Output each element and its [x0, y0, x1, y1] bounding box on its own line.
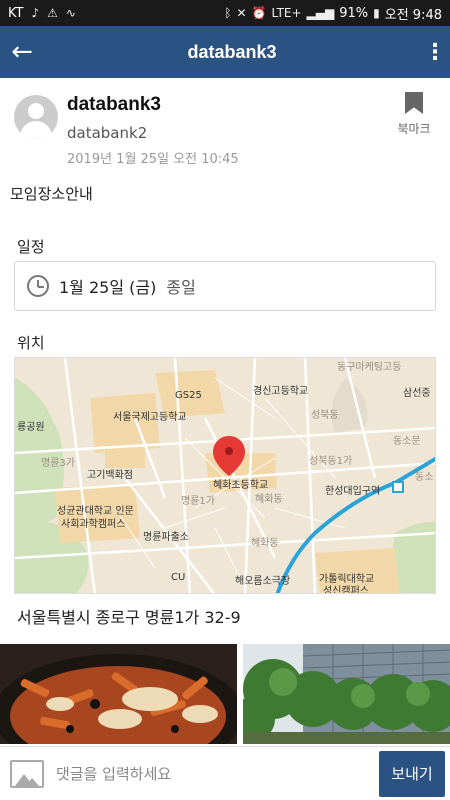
page-title: databank3 [187, 41, 277, 62]
map-label: 혜화동 [255, 494, 283, 505]
building-photo [243, 644, 450, 744]
schedule-box: 1월 25일 (금) 종일 [14, 261, 436, 311]
post-header: databank3 databank2 2019년 1월 25일 오전 10:4… [0, 78, 450, 170]
notification-icon: ⚠ [47, 6, 58, 20]
schedule-label: 일정 [17, 238, 45, 256]
schedule-date: 1월 25일 (금) [59, 278, 157, 297]
map-label: 동소문 [393, 436, 421, 447]
overflow-menu-button[interactable]: ⋮ [420, 26, 450, 78]
clock-time: 오전 9:48 [384, 7, 442, 23]
signal-icon: ▂▄▆ [306, 6, 335, 20]
food-photo [0, 644, 237, 744]
arrow-left-icon: ← [11, 37, 33, 67]
author-id: databank2 [67, 124, 148, 142]
map-label: GS25 [175, 390, 202, 401]
battery-percent: 91% [339, 5, 369, 21]
location-map[interactable]: 동구마케팅고등 GS25 경신고등학교 성북동 삼선중 서울국제고등학교 룡공원… [14, 357, 436, 594]
clock-icon [27, 275, 49, 297]
map-label: 명륜1가 [181, 496, 215, 507]
map-label: 명륜3가 [41, 458, 75, 469]
avatar[interactable] [14, 95, 58, 139]
mute-icon: ✕ [236, 6, 247, 20]
photo-thumbnail[interactable] [243, 644, 450, 744]
location-address: 서울특별시 종로구 명륜1가 32-9 [17, 608, 241, 627]
bookmark-label: 북마크 [397, 122, 431, 136]
author-name[interactable]: databank3 [67, 94, 161, 116]
photo-thumbnail[interactable] [0, 644, 237, 744]
map-label: 해오름소극장 [235, 576, 291, 587]
map-label: 동구마케팅고등 [337, 362, 402, 373]
location-label: 위치 [17, 334, 45, 352]
network-label: LTE+ [271, 6, 302, 20]
map-label: 삼선중 [403, 388, 431, 399]
map-label: 고기백화점 [87, 470, 133, 481]
status-bar: KT ♪ ⚠ ∿ ᛒ ✕ ⏰ LTE+ ▂▄▆ 91% ▮ 오전 9:48 [0, 0, 450, 26]
carrier-label: KT [8, 5, 24, 21]
bookmark-icon [405, 92, 423, 114]
map-label: 성북동1가 [309, 456, 353, 467]
map-label: 사회과학캠퍼스 [61, 519, 126, 530]
comment-input[interactable] [56, 764, 379, 783]
map-label: 룡공원 [17, 422, 45, 433]
post-body: 모임장소안내 [10, 185, 93, 203]
map-label: CU [171, 572, 186, 583]
app-bar: ← databank3 ⋮ [0, 26, 450, 78]
comment-bar: 보내기 [0, 746, 450, 800]
map-label: 혜화동 [251, 538, 279, 549]
battery-icon: ▮ [373, 6, 380, 20]
map-label: 서울국제고등학교 [113, 412, 187, 423]
schedule-all-day: 종일 [166, 278, 196, 297]
map-label: 경신고등학교 [253, 386, 309, 397]
map-label: 명륜파출소 [143, 532, 189, 543]
post-timestamp: 2019년 1월 25일 오전 10:45 [67, 152, 239, 167]
map-label: 혜화초등학교 [213, 480, 269, 491]
more-vert-icon: ⋮ [424, 39, 446, 65]
map-label: 성신캠퍼스 [323, 586, 369, 594]
activity-icon: ∿ [65, 6, 76, 20]
alarm-icon: ⏰ [251, 6, 267, 20]
notification-icon: ♪ [31, 6, 40, 20]
send-button[interactable]: 보내기 [379, 750, 445, 797]
map-label: 성북동 [311, 410, 339, 421]
image-attach-icon[interactable] [10, 759, 44, 788]
bookmark-button[interactable]: 북마크 [392, 92, 436, 137]
back-button[interactable]: ← [0, 26, 44, 78]
map-label: 한성대입구역 [325, 486, 381, 497]
bluetooth-icon: ᛒ [224, 6, 232, 20]
map-label: 동소 [415, 472, 434, 483]
